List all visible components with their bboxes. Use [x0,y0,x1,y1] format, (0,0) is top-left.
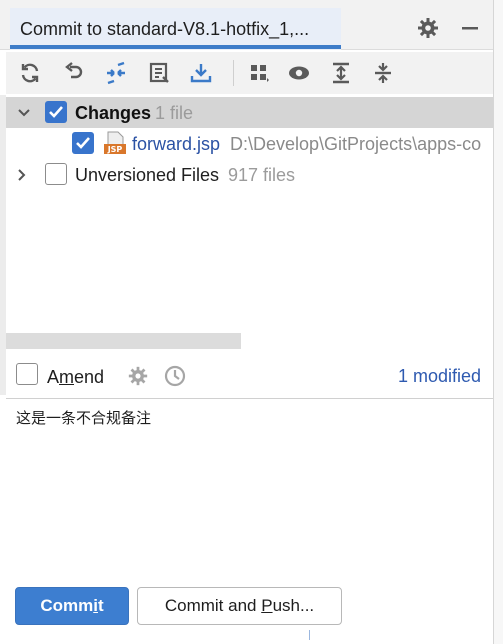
horizontal-scrollbar[interactable] [6,333,241,349]
chevron-right-icon[interactable] [14,167,30,183]
minimize-icon[interactable] [458,16,482,40]
gear-icon[interactable] [416,16,440,40]
toolbar-separator [233,60,234,86]
jsp-file-icon: JSP [103,131,127,155]
title-bar: Commit to standard-V8.1-hotfix_1,... [0,0,493,50]
amend-label[interactable]: Amend [47,367,104,388]
divider [309,630,310,640]
tab-active-indicator [10,45,341,49]
unversioned-label: Unversioned Files [75,165,220,185]
svg-text:JSP: JSP [107,145,123,154]
commit-message-history-icon[interactable] [147,61,171,85]
view-options-icon[interactable] [287,61,311,85]
clock-history-icon[interactable] [163,364,187,388]
changes-checkbox[interactable] [45,101,67,123]
changes-tree: Changes 1 file JSP forward.jsp D:\Develo… [6,95,493,335]
editor-edge [493,0,503,644]
commit-message-field[interactable]: 这是一条不合规备注 [6,399,493,574]
amend-bar: Amend 1 modified [6,352,493,398]
unversioned-checkbox[interactable] [45,163,67,185]
file-name: forward.jsp [132,134,221,154]
refresh-icon[interactable] [18,61,42,85]
commit-footer: Comm i t Commit and Push... [0,575,493,644]
changes-label: Changes [75,103,152,123]
commit-and-push-button[interactable]: Commit and Push... [137,587,342,625]
show-diff-icon[interactable] [104,61,128,85]
tree-node-changes[interactable]: Changes 1 file [6,97,493,128]
changes-toolbar [6,52,493,94]
amend-settings-icon[interactable] [127,365,149,387]
file-checkbox[interactable] [72,132,94,154]
amend-checkbox[interactable] [16,363,38,385]
tab-title: Commit to standard-V8.1-hotfix_1,... [20,19,310,39]
update-icon[interactable] [189,61,213,85]
rollback-icon[interactable] [62,61,86,85]
commit-tool-window: Commit to standard-V8.1-hotfix_1,... Cha… [0,0,493,644]
tree-node-unversioned[interactable]: Unversioned Files 917 files [6,159,493,190]
expand-all-icon[interactable] [329,61,353,85]
changes-count: 1 file [155,103,194,123]
file-path: D:\Develop\GitProjects\apps-co [230,134,482,154]
check-icon [49,106,63,118]
left-gutter [0,95,6,395]
group-by-icon[interactable] [247,61,271,85]
tree-node-file[interactable]: JSP forward.jsp D:\Develop\GitProjects\a… [6,128,493,159]
unversioned-count: 917 files [228,165,296,185]
modified-count[interactable]: 1 modified [398,366,481,387]
collapse-all-icon[interactable] [371,61,395,85]
chevron-down-icon[interactable] [16,105,32,121]
commit-button[interactable]: Comm i t [15,587,129,625]
check-icon [76,137,90,149]
